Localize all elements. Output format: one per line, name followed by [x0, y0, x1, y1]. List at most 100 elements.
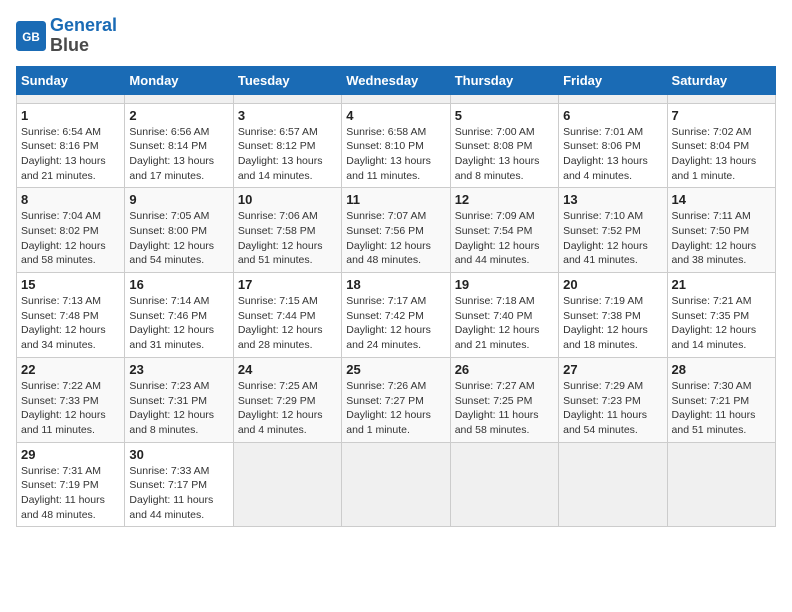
calendar-week-2: 1 Sunrise: 6:54 AM Sunset: 8:16 PM Daylig… — [17, 103, 776, 188]
day-info: Sunrise: 7:17 AM Sunset: 7:42 PM Dayligh… — [346, 294, 445, 353]
day-info: Sunrise: 6:54 AM Sunset: 8:16 PM Dayligh… — [21, 125, 120, 184]
day-number: 11 — [346, 192, 445, 207]
calendar-cell: 4Sunrise: 6:58 AM Sunset: 8:10 PM Daylig… — [342, 103, 450, 188]
day-number: 16 — [129, 277, 228, 292]
calendar-cell: 17 Sunrise: 7:15 AM Sunset: 7:44 PM Dayli… — [233, 273, 341, 358]
day-info: Sunrise: 7:23 AM Sunset: 7:31 PM Dayligh… — [129, 379, 228, 438]
day-number: 30 — [129, 447, 228, 462]
calendar-cell — [559, 94, 667, 103]
calendar-cell: 20Sunrise: 7:19 AM Sunset: 7:38 PM Dayli… — [559, 273, 667, 358]
day-number: 9 — [129, 192, 228, 207]
day-info: Sunrise: 7:00 AM Sunset: 8:08 PM Dayligh… — [455, 125, 554, 184]
day-info: Sunrise: 7:02 AM Sunset: 8:04 PM Dayligh… — [672, 125, 771, 184]
day-info: Sunrise: 7:14 AM Sunset: 7:46 PM Dayligh… — [129, 294, 228, 353]
col-header-wednesday: Wednesday — [342, 66, 450, 94]
calendar-cell: 2 Sunrise: 6:56 AM Sunset: 8:14 PM Daylig… — [125, 103, 233, 188]
calendar-cell — [342, 442, 450, 527]
calendar-cell: 13 Sunrise: 7:10 AM Sunset: 7:52 PM Dayli… — [559, 188, 667, 273]
calendar-cell: 30 Sunrise: 7:33 AM Sunset: 7:17 PM Dayli… — [125, 442, 233, 527]
calendar-cell: 23 Sunrise: 7:23 AM Sunset: 7:31 PM Dayli… — [125, 357, 233, 442]
calendar-cell — [667, 94, 775, 103]
calendar-week-4: 15Sunrise: 7:13 AM Sunset: 7:48 PM Dayli… — [17, 273, 776, 358]
day-info: Sunrise: 7:10 AM Sunset: 7:52 PM Dayligh… — [563, 209, 662, 268]
day-info: Sunrise: 7:09 AM Sunset: 7:54 PM Dayligh… — [455, 209, 554, 268]
day-number: 1 — [21, 108, 120, 123]
calendar-week-3: 8Sunrise: 7:04 AM Sunset: 8:02 PM Daylig… — [17, 188, 776, 273]
day-info: Sunrise: 7:30 AM Sunset: 7:21 PM Dayligh… — [672, 379, 771, 438]
day-info: Sunrise: 7:26 AM Sunset: 7:27 PM Dayligh… — [346, 379, 445, 438]
day-number: 27 — [563, 362, 662, 377]
calendar-cell: 24 Sunrise: 7:25 AM Sunset: 7:29 PM Dayli… — [233, 357, 341, 442]
calendar-cell — [125, 94, 233, 103]
day-info: Sunrise: 7:29 AM Sunset: 7:23 PM Dayligh… — [563, 379, 662, 438]
calendar-cell: 15Sunrise: 7:13 AM Sunset: 7:48 PM Dayli… — [17, 273, 125, 358]
calendar-cell: 11 Sunrise: 7:07 AM Sunset: 7:56 PM Dayli… — [342, 188, 450, 273]
calendar-cell: 26 Sunrise: 7:27 AM Sunset: 7:25 PM Dayli… — [450, 357, 558, 442]
day-number: 10 — [238, 192, 337, 207]
day-number: 5 — [455, 108, 554, 123]
day-number: 8 — [21, 192, 120, 207]
col-header-friday: Friday — [559, 66, 667, 94]
day-info: Sunrise: 6:57 AM Sunset: 8:12 PM Dayligh… — [238, 125, 337, 184]
svg-text:GB: GB — [22, 31, 39, 44]
day-info: Sunrise: 7:15 AM Sunset: 7:44 PM Dayligh… — [238, 294, 337, 353]
calendar-cell — [667, 442, 775, 527]
calendar-cell — [342, 94, 450, 103]
day-info: Sunrise: 6:56 AM Sunset: 8:14 PM Dayligh… — [129, 125, 228, 184]
calendar-cell: 29 Sunrise: 7:31 AM Sunset: 7:19 PM Dayli… — [17, 442, 125, 527]
calendar-cell: 9 Sunrise: 7:05 AM Sunset: 8:00 PM Daylig… — [125, 188, 233, 273]
calendar-week-5: 22Sunrise: 7:22 AM Sunset: 7:33 PM Dayli… — [17, 357, 776, 442]
day-number: 22 — [21, 362, 120, 377]
calendar-cell: 10 Sunrise: 7:06 AM Sunset: 7:58 PM Dayli… — [233, 188, 341, 273]
calendar-cell: 12 Sunrise: 7:09 AM Sunset: 7:54 PM Dayli… — [450, 188, 558, 273]
calendar-cell: 3Sunrise: 6:57 AM Sunset: 8:12 PM Daylig… — [233, 103, 341, 188]
calendar-cell: 7Sunrise: 7:02 AM Sunset: 8:04 PM Daylig… — [667, 103, 775, 188]
calendar-cell: 28 Sunrise: 7:30 AM Sunset: 7:21 PM Dayli… — [667, 357, 775, 442]
day-number: 23 — [129, 362, 228, 377]
day-number: 28 — [672, 362, 771, 377]
logo: GB GeneralBlue — [16, 16, 117, 56]
day-info: Sunrise: 6:58 AM Sunset: 8:10 PM Dayligh… — [346, 125, 445, 184]
calendar-cell — [233, 94, 341, 103]
day-info: Sunrise: 7:05 AM Sunset: 8:00 PM Dayligh… — [129, 209, 228, 268]
calendar-cell: 16 Sunrise: 7:14 AM Sunset: 7:46 PM Dayli… — [125, 273, 233, 358]
day-number: 17 — [238, 277, 337, 292]
col-header-saturday: Saturday — [667, 66, 775, 94]
day-info: Sunrise: 7:33 AM Sunset: 7:17 PM Dayligh… — [129, 464, 228, 523]
col-header-tuesday: Tuesday — [233, 66, 341, 94]
logo-icon: GB — [16, 21, 46, 51]
day-number: 15 — [21, 277, 120, 292]
calendar-cell — [233, 442, 341, 527]
day-info: Sunrise: 7:07 AM Sunset: 7:56 PM Dayligh… — [346, 209, 445, 268]
day-number: 12 — [455, 192, 554, 207]
col-header-thursday: Thursday — [450, 66, 558, 94]
calendar-table: SundayMondayTuesdayWednesdayThursdayFrid… — [16, 66, 776, 528]
calendar-cell — [17, 94, 125, 103]
day-number: 26 — [455, 362, 554, 377]
calendar-header-row: SundayMondayTuesdayWednesdayThursdayFrid… — [17, 66, 776, 94]
logo-text: GeneralBlue — [50, 16, 117, 56]
day-info: Sunrise: 7:11 AM Sunset: 7:50 PM Dayligh… — [672, 209, 771, 268]
day-number: 18 — [346, 277, 445, 292]
day-info: Sunrise: 7:25 AM Sunset: 7:29 PM Dayligh… — [238, 379, 337, 438]
col-header-sunday: Sunday — [17, 66, 125, 94]
day-info: Sunrise: 7:31 AM Sunset: 7:19 PM Dayligh… — [21, 464, 120, 523]
day-info: Sunrise: 7:06 AM Sunset: 7:58 PM Dayligh… — [238, 209, 337, 268]
calendar-cell: 22Sunrise: 7:22 AM Sunset: 7:33 PM Dayli… — [17, 357, 125, 442]
day-number: 19 — [455, 277, 554, 292]
day-number: 25 — [346, 362, 445, 377]
calendar-cell — [450, 94, 558, 103]
calendar-cell: 18 Sunrise: 7:17 AM Sunset: 7:42 PM Dayli… — [342, 273, 450, 358]
calendar-cell: 25 Sunrise: 7:26 AM Sunset: 7:27 PM Dayli… — [342, 357, 450, 442]
day-number: 13 — [563, 192, 662, 207]
calendar-cell: 8Sunrise: 7:04 AM Sunset: 8:02 PM Daylig… — [17, 188, 125, 273]
col-header-monday: Monday — [125, 66, 233, 94]
day-number: 21 — [672, 277, 771, 292]
day-info: Sunrise: 7:01 AM Sunset: 8:06 PM Dayligh… — [563, 125, 662, 184]
day-number: 6 — [563, 108, 662, 123]
calendar-week-1 — [17, 94, 776, 103]
day-info: Sunrise: 7:27 AM Sunset: 7:25 PM Dayligh… — [455, 379, 554, 438]
day-number: 2 — [129, 108, 228, 123]
day-number: 24 — [238, 362, 337, 377]
day-number: 29 — [21, 447, 120, 462]
